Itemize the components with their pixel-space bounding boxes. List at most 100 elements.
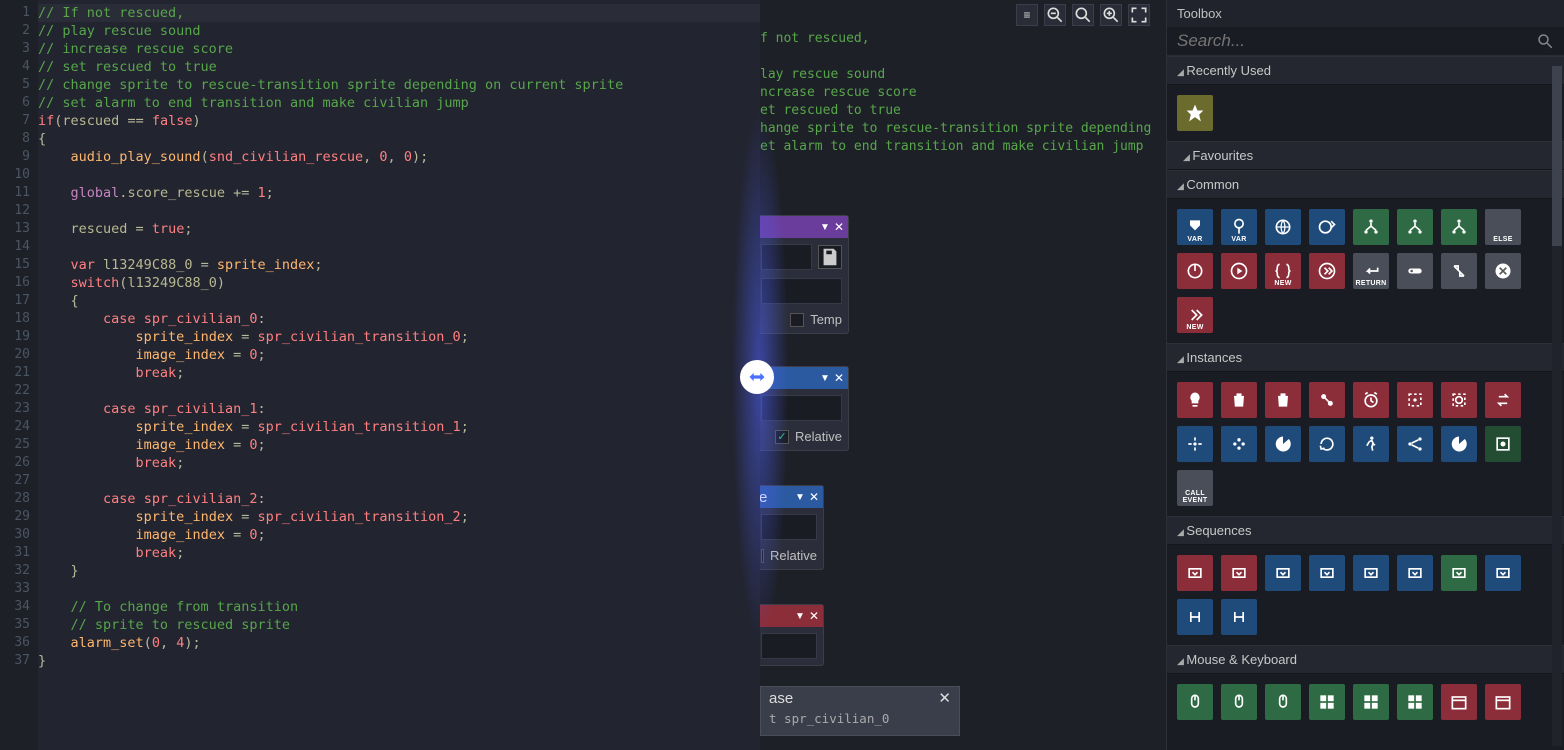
zoom-out-icon[interactable] xyxy=(1044,4,1066,26)
code-area[interactable]: // If not rescued,// play rescue sound//… xyxy=(38,0,760,750)
chevron-down-icon[interactable]: ▼ xyxy=(795,492,805,503)
toolbox-item-mk-3[interactable] xyxy=(1265,684,1301,720)
toolbox-item-inst-move[interactable] xyxy=(1177,426,1213,462)
toolbox-item-inst-alarm[interactable] xyxy=(1353,382,1389,418)
toolbox-item-seq-2[interactable] xyxy=(1221,555,1257,591)
split-drag-handle[interactable] xyxy=(740,360,774,394)
toolbox-item-else[interactable]: ELSE xyxy=(1485,209,1521,245)
relative-checkbox[interactable] xyxy=(761,549,764,563)
toolbox-item-inst-apply[interactable] xyxy=(1485,426,1521,462)
toolbox-item-seq-3[interactable] xyxy=(1265,555,1301,591)
dnd-block-assign2[interactable]: e▼✕ Relative xyxy=(760,485,824,570)
dnd-block-switch[interactable]: ▼✕ xyxy=(760,604,824,666)
toolbox-item-seq-9[interactable] xyxy=(1177,599,1213,635)
close-icon[interactable]: ✕ xyxy=(834,371,844,385)
toolbox-item-if-var[interactable] xyxy=(1353,209,1389,245)
section-sequences[interactable]: Sequences xyxy=(1167,516,1564,545)
toolbox-item-execute[interactable] xyxy=(1177,253,1213,289)
layout-icon[interactable]: ≡ xyxy=(1016,4,1038,26)
close-icon[interactable]: ✕ xyxy=(809,609,819,623)
toolbox-item-seq-7[interactable] xyxy=(1441,555,1477,591)
toolbox-item-if-else[interactable] xyxy=(1441,209,1477,245)
toolbox-item-star[interactable] xyxy=(1177,95,1213,131)
search-icon[interactable] xyxy=(1536,32,1554,50)
toolbox-item-switch[interactable] xyxy=(1441,253,1477,289)
zoom-in-icon[interactable] xyxy=(1100,4,1122,26)
toolbox-search xyxy=(1167,27,1564,56)
toolbox-item-mk-2[interactable] xyxy=(1221,684,1257,720)
fullscreen-icon[interactable] xyxy=(1128,4,1150,26)
grid-common: VARVAR ELSE NEW RETURN NEW xyxy=(1167,199,1564,343)
zoom-toolbar: ≡ xyxy=(1016,4,1150,26)
section-common[interactable]: Common xyxy=(1167,170,1564,199)
section-instances[interactable]: Instances xyxy=(1167,343,1564,372)
toolbox-item-mk-8[interactable] xyxy=(1485,684,1521,720)
grid-mk xyxy=(1167,674,1564,730)
toolbox-item-inst-target[interactable] xyxy=(1397,382,1433,418)
chevron-down-icon[interactable]: ▼ xyxy=(820,222,830,233)
code-editor-pane: 1234567891011121314151617181920212223242… xyxy=(0,0,760,750)
toolbox-item-inst-target2[interactable] xyxy=(1441,382,1477,418)
case-title: ase xyxy=(769,690,793,707)
toolbox-item-inst-pac2[interactable] xyxy=(1441,426,1477,462)
toolbox-item-assign-var[interactable]: VAR xyxy=(1177,209,1213,245)
toolbox-item-seq-8[interactable] xyxy=(1485,555,1521,591)
save-icon[interactable] xyxy=(818,245,842,269)
toolbox-scrollbar[interactable] xyxy=(1552,66,1562,746)
toolbox-item-inst-callevt[interactable]: CALL EVENT xyxy=(1177,470,1213,506)
section-mk[interactable]: Mouse & Keyboard xyxy=(1167,645,1564,674)
toolbox-item-macro[interactable] xyxy=(1397,253,1433,289)
dnd-block-playsound[interactable]: ▼✕ Temp xyxy=(760,215,849,334)
dnd-comment-text: f not rescued, lay rescue sound ncrease … xyxy=(760,30,1151,156)
temp-checkbox[interactable] xyxy=(790,313,804,327)
chevron-down-icon[interactable]: ▼ xyxy=(820,373,830,384)
toolbox-item-inst-share[interactable] xyxy=(1397,426,1433,462)
toolbox-item-mk-7[interactable] xyxy=(1441,684,1477,720)
toolbox-item-inst-rot[interactable] xyxy=(1309,426,1345,462)
line-gutter: 1234567891011121314151617181920212223242… xyxy=(0,0,38,750)
close-icon[interactable]: ✕ xyxy=(809,490,819,504)
toolbox-item-inst-pac[interactable] xyxy=(1265,426,1301,462)
grid-instances: CALL EVENT xyxy=(1167,372,1564,516)
close-icon[interactable]: ✕ xyxy=(834,220,844,234)
section-favourites[interactable]: Favourites xyxy=(1167,141,1564,170)
toolbox-item-mk-6[interactable] xyxy=(1397,684,1433,720)
toolbox-item-exit[interactable] xyxy=(1485,253,1521,289)
toolbox-item-mk-5[interactable] xyxy=(1353,684,1389,720)
toolbox-item-play[interactable] xyxy=(1221,253,1257,289)
toolbox-item-inst-trash1[interactable] xyxy=(1221,382,1257,418)
toolbox-item-inst-run[interactable] xyxy=(1353,426,1389,462)
case-value: t spr_civilian_0 xyxy=(761,709,959,728)
dnd-case-block[interactable]: ase ✕ t spr_civilian_0 xyxy=(760,686,960,736)
toolbox-item-inst-swap[interactable] xyxy=(1485,382,1521,418)
grid-sequences xyxy=(1167,545,1564,645)
toolbox-item-seq-6[interactable] xyxy=(1397,555,1433,591)
visual-dnd-pane[interactable]: ≡ f not rescued, lay rescue sound ncreas… xyxy=(760,0,1166,750)
toolbox-panel: » Toolbox Recently Used Favourites Commo… xyxy=(1166,0,1564,750)
toolbox-item-seq-1[interactable] xyxy=(1177,555,1213,591)
toolbox-item-mk-1[interactable] xyxy=(1177,684,1213,720)
toolbox-item-seq-5[interactable] xyxy=(1353,555,1389,591)
toolbox-item-inst-dots[interactable] xyxy=(1221,426,1257,462)
toolbox-item-inst-link[interactable] xyxy=(1309,382,1345,418)
relative-checkbox[interactable]: ✓ xyxy=(775,430,789,444)
zoom-reset-icon[interactable] xyxy=(1072,4,1094,26)
search-input[interactable] xyxy=(1177,31,1536,51)
toolbox-item-seq-10[interactable] xyxy=(1221,599,1257,635)
toolbox-item-inst-trash2[interactable] xyxy=(1265,382,1301,418)
section-recent[interactable]: Recently Used xyxy=(1167,56,1564,85)
toolbox-item-globe[interactable] xyxy=(1265,209,1301,245)
toolbox-item-seq-4[interactable] xyxy=(1309,555,1345,591)
toolbox-item-if-expr[interactable] xyxy=(1397,209,1433,245)
toolbox-item-temp-var[interactable]: VAR xyxy=(1221,209,1257,245)
toolbox-item-inst-bulb[interactable] xyxy=(1177,382,1213,418)
close-icon[interactable]: ✕ xyxy=(938,689,951,707)
toolbox-item-globe-arrow[interactable] xyxy=(1309,209,1345,245)
toolbox-title: Toolbox xyxy=(1167,0,1564,27)
toolbox-item-call[interactable] xyxy=(1309,253,1345,289)
toolbox-item-new-script[interactable]: NEW xyxy=(1265,253,1301,289)
toolbox-item-new[interactable]: NEW xyxy=(1177,297,1213,333)
chevron-down-icon[interactable]: ▼ xyxy=(795,611,805,622)
toolbox-item-mk-4[interactable] xyxy=(1309,684,1345,720)
toolbox-item-return[interactable]: RETURN xyxy=(1353,253,1389,289)
